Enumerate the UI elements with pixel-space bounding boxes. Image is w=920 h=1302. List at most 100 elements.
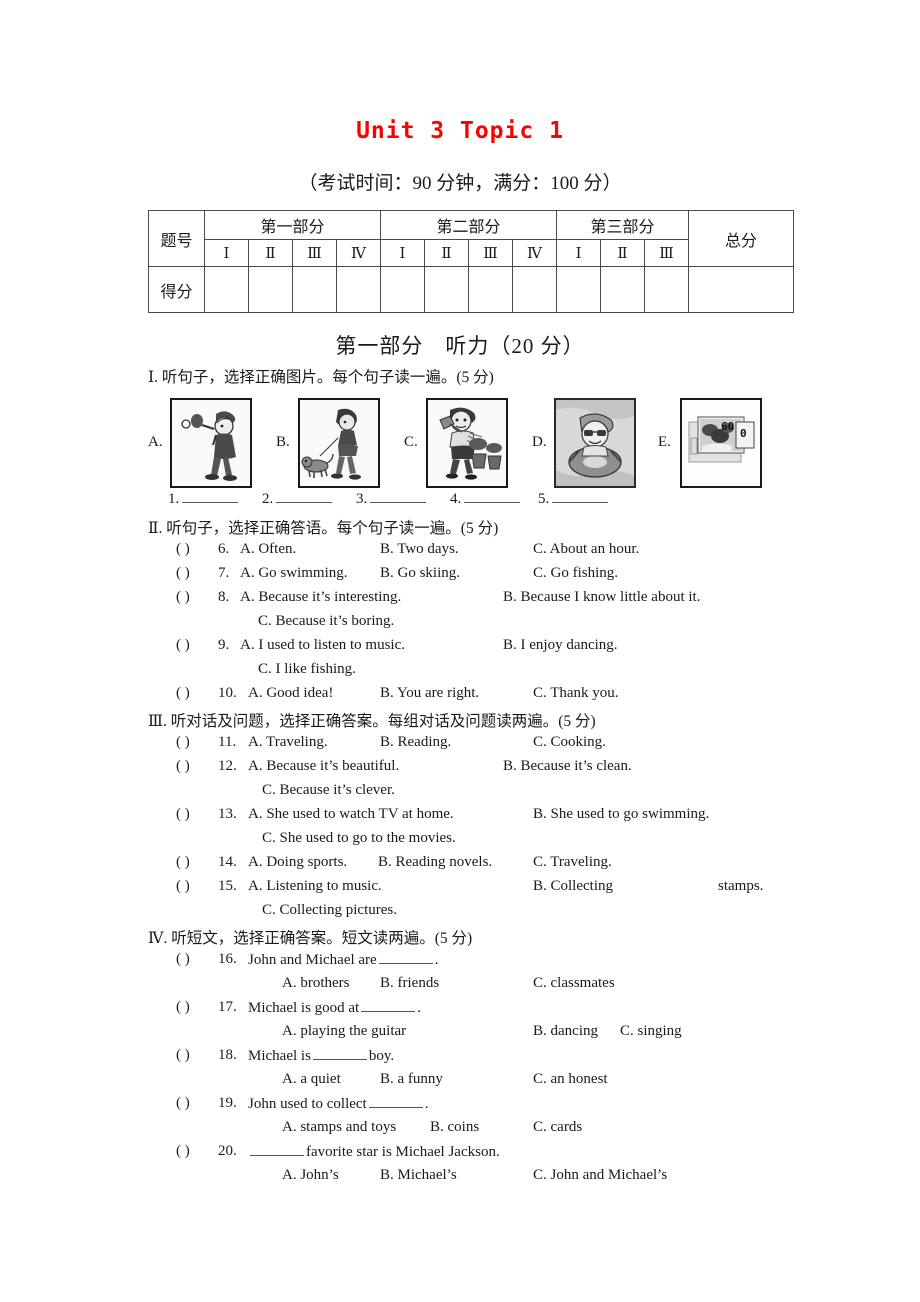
question-14-option-a[interactable]: A. Doing sports. (248, 854, 347, 871)
question-13-option-c[interactable]: C. She used to go to the movies. (262, 830, 456, 847)
question-20-option-b[interactable]: B. Michael’s (380, 1167, 457, 1184)
question-13-bracket[interactable]: ( ) (176, 806, 190, 823)
question-16-fill-blank[interactable] (378, 951, 433, 964)
question-6-number: 6. (218, 541, 230, 557)
question-17-stem: Michael is good at. (248, 999, 421, 1017)
score-cell-p3-2[interactable] (600, 266, 646, 313)
question-6-bracket[interactable]: ( ) (176, 541, 190, 558)
question-19-bracket[interactable]: ( ) (176, 1095, 190, 1112)
question-10-option-b[interactable]: B. You are right. (380, 685, 479, 702)
table-row-score-entry: 得分 (148, 266, 795, 313)
question-17-option-b[interactable]: B. dancing (533, 1023, 598, 1040)
question-17-fill-blank[interactable] (361, 999, 416, 1012)
question-20-bracket[interactable]: ( ) (176, 1143, 190, 1160)
question-12-bracket[interactable]: ( ) (176, 758, 190, 775)
question-17-option-a[interactable]: A. playing the guitar (282, 1023, 406, 1040)
question-18-option-b[interactable]: B. a funny (380, 1071, 443, 1088)
question-19-option-c[interactable]: C. cards (533, 1119, 582, 1136)
score-cell-p3-3[interactable] (644, 266, 690, 313)
question-9-bracket[interactable]: ( ) (176, 637, 190, 654)
question-10-bracket[interactable]: ( ) (176, 685, 190, 702)
question-20-fill-blank[interactable] (250, 1143, 304, 1156)
score-cell-p1-3[interactable] (292, 266, 337, 313)
question-17-option-c[interactable]: C. singing (620, 1023, 682, 1040)
question-15-bracket[interactable]: ( ) (176, 878, 190, 895)
question-10-option-c[interactable]: C. Thank you. (533, 685, 619, 702)
question-20-option-c[interactable]: C. John and Michael’s (533, 1167, 667, 1184)
answer-blank-2-line[interactable] (276, 489, 333, 503)
question-19-option-b[interactable]: B. coins (430, 1119, 479, 1136)
score-cell-p1-2[interactable] (248, 266, 293, 313)
question-14-option-c[interactable]: C. Traveling. (533, 854, 612, 871)
question-7-option-c[interactable]: C. Go fishing. (533, 565, 618, 582)
score-cell-p2-2[interactable] (424, 266, 470, 313)
question-13-option-a[interactable]: A. She used to watch TV at home. (248, 806, 454, 823)
answer-blank-3[interactable]: 3. (356, 489, 427, 508)
question-11-option-a[interactable]: A. Traveling. (248, 734, 328, 751)
question-14-option-b[interactable]: B. Reading novels. (378, 854, 492, 871)
question-18-option-a[interactable]: A. a quiet (282, 1071, 341, 1088)
question-20-option-a[interactable]: A. John’s (282, 1167, 339, 1184)
question-12-option-a[interactable]: A. Because it’s beautiful. (248, 758, 399, 775)
answer-blank-3-line[interactable] (370, 489, 427, 503)
question-18-fill-blank[interactable] (312, 1047, 367, 1060)
question-7-option-a[interactable]: A. Go swimming. (240, 565, 348, 582)
question-12-option-b[interactable]: B. Because it’s clean. (503, 758, 632, 775)
question-15-option-b-tail[interactable]: stamps. (718, 878, 763, 895)
answer-blank-5-line[interactable] (552, 489, 609, 503)
answer-blank-4-line[interactable] (464, 489, 521, 503)
score-cell-total[interactable] (688, 266, 795, 313)
question-12-option-c[interactable]: C. Because it’s clever. (262, 782, 395, 799)
question-9-option-c[interactable]: C. I like fishing. (258, 661, 356, 678)
answer-blank-4[interactable]: 4. (450, 489, 521, 508)
question-6-option-b[interactable]: B. Two days. (380, 541, 459, 558)
answer-blank-5[interactable]: 5. (538, 489, 609, 508)
question-11-option-b[interactable]: B. Reading. (380, 734, 451, 751)
question-18-bracket[interactable]: ( ) (176, 1047, 190, 1064)
question-15-option-a[interactable]: A. Listening to music. (248, 878, 382, 895)
question-16-option-b[interactable]: B. friends (380, 975, 439, 992)
question-11-number: 11. (218, 734, 237, 750)
question-19-stem: John used to collect. (248, 1095, 428, 1113)
section-4-instruction-text: 听短文，选择正确答案。短文读两遍。(5 分) (171, 930, 473, 947)
answer-blank-1-line[interactable] (182, 489, 239, 503)
question-9-option-a[interactable]: A. I used to listen to music. (240, 637, 405, 654)
question-17-bracket[interactable]: ( ) (176, 999, 190, 1016)
score-cell-p1-4[interactable] (335, 266, 382, 313)
answer-blank-1[interactable]: 1. (168, 489, 239, 508)
question-19-option-a[interactable]: A. stamps and toys (282, 1119, 396, 1136)
section-2-instruction: Ⅱ. 听句子，选择正确答语。每个句子读一遍。(5 分) (148, 516, 498, 538)
table-tennis-boy-picture (170, 398, 252, 488)
question-13-option-b[interactable]: B. She used to go swimming. (533, 806, 709, 823)
question-10-option-a[interactable]: A. Good idea! (248, 685, 333, 702)
answer-blank-2[interactable]: 2. (262, 489, 333, 508)
question-14-bracket[interactable]: ( ) (176, 854, 190, 871)
question-16-option-a[interactable]: A. brothers (282, 975, 350, 992)
question-16-option-c[interactable]: C. classmates (533, 975, 615, 992)
score-cell-p3-1[interactable] (556, 266, 602, 313)
score-cell-p2-1[interactable] (380, 266, 426, 313)
question-18-option-c[interactable]: C. an honest (533, 1071, 608, 1088)
question-6-option-a[interactable]: A. Often. (240, 541, 296, 558)
question-9-option-b[interactable]: B. I enjoy dancing. (503, 637, 618, 654)
question-7-bracket[interactable]: ( ) (176, 565, 190, 582)
exam-paper-page: Unit 3 Topic 1 （考试时间：90 分钟，满分：100 分） 题号 … (0, 0, 920, 1302)
question-11-option-c[interactable]: C. Cooking. (533, 734, 606, 751)
score-cell-p2-3[interactable] (468, 266, 514, 313)
question-11-bracket[interactable]: ( ) (176, 734, 190, 751)
svg-text:0: 0 (740, 427, 747, 440)
question-7-option-b[interactable]: B. Go skiing. (380, 565, 460, 582)
score-cell-p1-1[interactable] (204, 266, 249, 313)
question-8-option-b[interactable]: B. Because I know little about it. (503, 589, 700, 606)
header-part-2: 第二部分 (380, 210, 558, 240)
question-16-bracket[interactable]: ( ) (176, 951, 190, 968)
question-8-bracket[interactable]: ( ) (176, 589, 190, 606)
question-8-option-c[interactable]: C. Because it’s boring. (258, 613, 394, 630)
question-6-option-c[interactable]: C. About an hour. (533, 541, 639, 558)
exam-info-line: （考试时间：90 分钟，满分：100 分） (298, 173, 622, 194)
question-15-option-c[interactable]: C. Collecting pictures. (262, 902, 397, 919)
question-15-option-b[interactable]: B. Collecting (533, 878, 613, 895)
question-19-fill-blank[interactable] (368, 1095, 423, 1108)
question-8-option-a[interactable]: A. Because it’s interesting. (240, 589, 401, 606)
score-cell-p2-4[interactable] (512, 266, 558, 313)
